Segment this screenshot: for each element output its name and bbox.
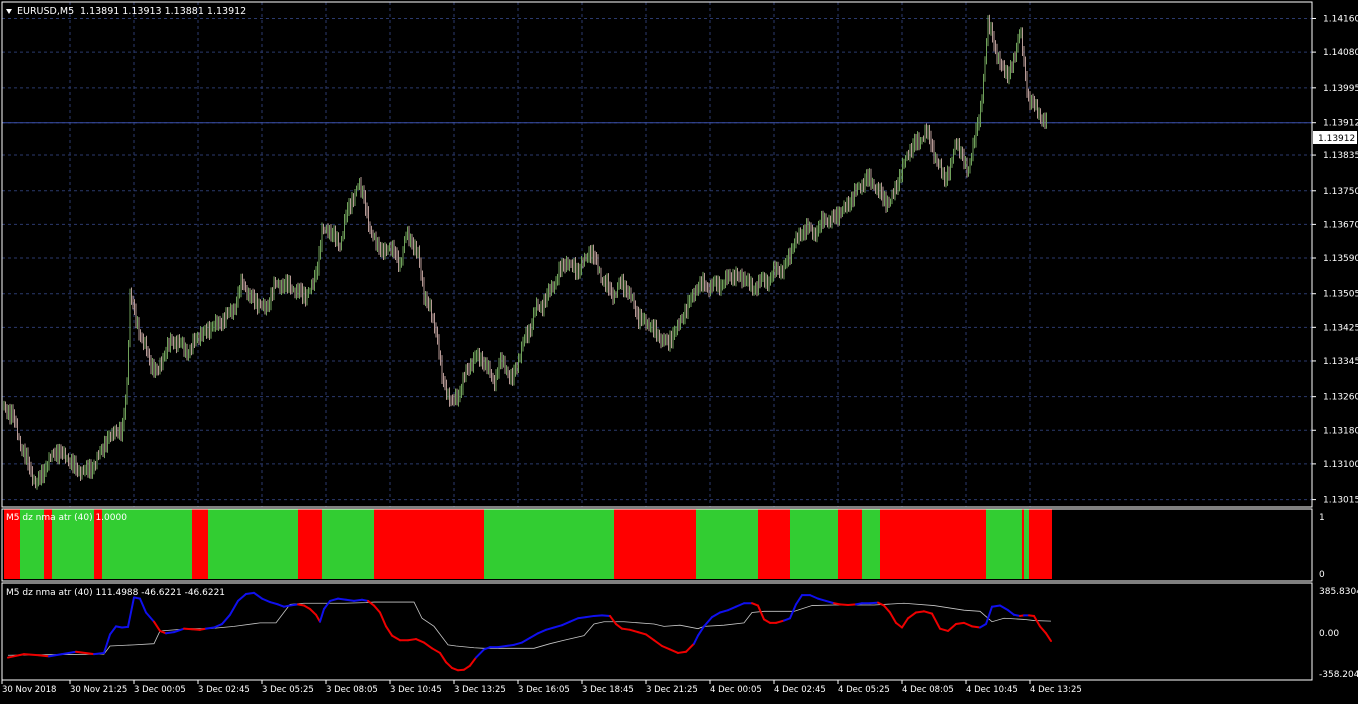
state-bar-up [862, 509, 880, 579]
nma-line-segment [38, 654, 50, 658]
state-bar-down [1029, 509, 1052, 579]
state-bar-up [322, 509, 374, 579]
price-tick-label: 1.13345 [1323, 357, 1358, 367]
time-tick-label: 3 Dec 18:45 [582, 685, 634, 695]
price-tick-label: 1.13015 [1323, 496, 1358, 506]
nma-line-segment [621, 627, 631, 631]
nma-line-segment [165, 631, 175, 635]
nma-line-segment [205, 626, 215, 630]
nma-line-segment [345, 598, 355, 602]
nma-line-segment [839, 603, 849, 606]
state-scale-bottom: 0 [1319, 570, 1325, 580]
time-tick-label: 4 Dec 10:45 [966, 685, 1018, 695]
state-plot[interactable] [4, 509, 1052, 579]
state-pane-label: M5 dz nma atr (40) 1.0000 [6, 513, 127, 523]
state-bar-up [986, 509, 1022, 579]
nma-line-segment [505, 643, 515, 647]
time-tick-label: 3 Dec 00:05 [134, 685, 186, 695]
chart-window[interactable]: 1.14160 1.14080 1.13995 1.13912 1.13835 1.137… [0, 0, 1358, 700]
chart-canvas[interactable]: 1.14160 1.14080 1.13995 1.13912 1.13835 1.137… [0, 0, 1358, 700]
state-bar-up [208, 509, 298, 579]
state-bar-down [614, 509, 696, 579]
time-tick-label: 3 Dec 05:25 [262, 685, 314, 695]
time-tick-label: 3 Dec 08:05 [326, 685, 378, 695]
state-bar-down [838, 509, 862, 579]
nma-line-segment [991, 604, 1001, 608]
time-tick-label: 4 Dec 08:05 [902, 685, 954, 695]
state-bar-up [484, 509, 614, 579]
time-tick-label: 3 Dec 21:25 [646, 685, 698, 695]
time-tick-label: 4 Dec 13:25 [1030, 685, 1082, 695]
time-tick-label: 4 Dec 02:45 [774, 685, 826, 695]
time-tick-label: 3 Dec 10:45 [390, 685, 442, 695]
price-tick-label: 1.13835 [1323, 151, 1358, 161]
symbol-label: EURUSD,M5 [17, 6, 74, 17]
nma-line-segment [847, 603, 857, 606]
state-bar-up [790, 509, 838, 579]
price-tick-label: 1.13100 [1323, 460, 1358, 470]
state-bar-down [1022, 509, 1024, 579]
nma-line-segment [497, 644, 507, 649]
time-tick-label: 4 Dec 05:25 [838, 685, 890, 695]
state-bar-down [192, 509, 208, 579]
nma-line-segment [915, 610, 925, 614]
state-bar-up [696, 509, 758, 579]
time-tick-label: 30 Nov 2018 [2, 685, 56, 695]
nma-line-segment [23, 653, 40, 657]
nma-line-segment [601, 614, 611, 617]
nma-line-segment [353, 598, 363, 602]
osc-scale-bottom: -358.2044 [1319, 670, 1358, 680]
nma-line-segment [593, 614, 603, 617]
current-price-label: 1.13912 [1318, 134, 1355, 144]
nma-line-segment [955, 621, 965, 626]
nma-line-segment [191, 628, 201, 631]
nma-line-segment [585, 614, 595, 619]
state-bar-down [298, 509, 322, 579]
nma-line-segment [245, 591, 255, 595]
osc-scale-top: 385.8304 [1319, 587, 1358, 597]
nma-line-segment [337, 597, 347, 601]
nma-line-segment [407, 638, 417, 642]
price-tick-label: 1.13505 [1323, 290, 1358, 300]
state-bar-up [1024, 509, 1029, 579]
ohlc-readout: 1.13891 1.13913 1.13881 1.13912 [80, 6, 246, 17]
price-tick-label: 1.13750 [1323, 187, 1358, 197]
nma-line-segment [289, 603, 299, 607]
state-scale-top: 1 [1319, 513, 1325, 523]
price-tick-label: 1.13590 [1323, 254, 1358, 264]
state-bar-down [758, 509, 790, 579]
nma-line-segment [677, 650, 687, 654]
time-tick-label: 3 Dec 02:45 [198, 685, 250, 695]
price-tick-label: 1.13260 [1323, 393, 1358, 403]
state-bar-down [374, 509, 484, 579]
price-tick-label: 1.13912 [1323, 119, 1358, 129]
time-tick-label: 3 Dec 13:25 [454, 685, 506, 695]
nma-line-segment [577, 616, 587, 620]
price-tick-label: 1.14160 [1323, 15, 1358, 25]
price-tick-label: 1.13425 [1323, 323, 1358, 333]
state-bar-down [880, 509, 986, 579]
price-tick-label: 1.13670 [1323, 220, 1358, 230]
nma-line-segment [93, 651, 105, 656]
time-tick-label: 30 Nov 21:25 [70, 685, 127, 695]
time-tick-label: 4 Dec 00:05 [710, 685, 762, 695]
price-tick-label: 1.13995 [1323, 84, 1358, 94]
time-tick-label: 3 Dec 16:05 [518, 685, 570, 695]
price-tick-label: 1.14080 [1323, 48, 1358, 58]
nma-line-segment [971, 625, 981, 629]
oscillator-pane-label: M5 dz nma atr (40) 111.4988 -46.6221 -46… [6, 588, 225, 598]
osc-scale-zero: 0.00 [1319, 629, 1339, 639]
price-tick-label: 1.13180 [1323, 426, 1358, 436]
nma-line-segment [183, 627, 193, 631]
nma-line-segment [869, 601, 879, 605]
